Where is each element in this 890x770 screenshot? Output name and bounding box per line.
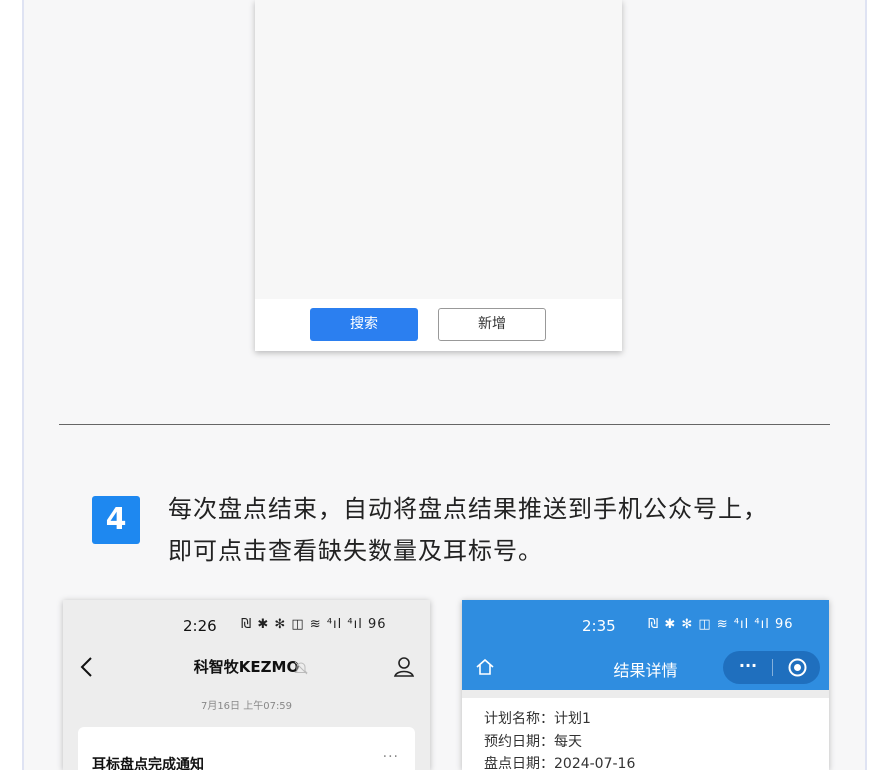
capsule-separator: [772, 659, 773, 676]
result-phone-screenshot: 2:35 ₪ ✱ ✻ ◫ ≋ ⁴ıl ⁴ıl 96 结果详情 ··· 计划名称：…: [462, 600, 829, 770]
person-icon[interactable]: [393, 656, 415, 678]
step-description-line1: 每次盘点结束，自动将盘点结果推送到手机公众号上，: [168, 495, 768, 523]
detail-value: 计划1: [554, 711, 591, 727]
add-button[interactable]: 新增: [438, 308, 546, 341]
miniprogram-capsule: ···: [723, 651, 820, 684]
status-icons: ₪ ✱ ✻ ◫ ≋ ⁴ıl ⁴ıl 96: [648, 617, 794, 632]
search-button[interactable]: 搜索: [310, 308, 418, 341]
mute-icon: [294, 660, 308, 676]
detail-value: 2024-07-16: [554, 756, 636, 770]
status-time: 2:26: [183, 617, 217, 635]
notification-title: 耳标盘点完成通知: [92, 757, 204, 770]
notification-card[interactable]: 耳标盘点完成通知 ···: [78, 727, 415, 770]
target-icon[interactable]: [787, 657, 808, 678]
more-icon[interactable]: ···: [736, 656, 760, 676]
status-icons: ₪ ✱ ✻ ◫ ≋ ⁴ıl ⁴ıl 96: [241, 617, 387, 632]
detail-card: 计划名称：计划1 预约日期：每天 盘点日期：2024-07-16: [462, 698, 829, 770]
status-time: 2:35: [582, 617, 616, 635]
detail-label: 计划名称：: [484, 711, 554, 727]
chat-phone-screenshot: 2:26 ₪ ✱ ✻ ◫ ≋ ⁴ıl ⁴ıl 96 科智牧KEZMO 7月16日…: [63, 600, 430, 770]
detail-row-date: 盘点日期：2024-07-16: [484, 754, 635, 770]
detail-label: 盘点日期：: [484, 756, 554, 770]
detail-row-plan: 计划名称：计划1: [484, 709, 591, 729]
more-icon[interactable]: ···: [383, 749, 399, 765]
result-header: 2:35 ₪ ✱ ✻ ◫ ≋ ⁴ıl ⁴ıl 96 结果详情 ···: [462, 600, 829, 690]
top-phone-screenshot: 搜索 新增: [255, 0, 622, 351]
detail-value: 每天: [554, 734, 582, 750]
step-number-badge: 4: [92, 496, 140, 544]
step-description: 每次盘点结束，自动将盘点结果推送到手机公众号上， 即可点击查看缺失数量及耳标号。: [168, 488, 848, 572]
section-divider: [59, 424, 830, 425]
step-description-line2: 即可点击查看缺失数量及耳标号。: [168, 537, 543, 565]
bottom-action-bar: 搜索 新增: [255, 299, 622, 351]
detail-row-schedule: 预约日期：每天: [484, 732, 582, 752]
chat-title: 科智牧KEZMO: [193, 658, 300, 676]
detail-label: 预约日期：: [484, 734, 554, 750]
chat-date: 7月16日 上午07:59: [200, 701, 293, 712]
